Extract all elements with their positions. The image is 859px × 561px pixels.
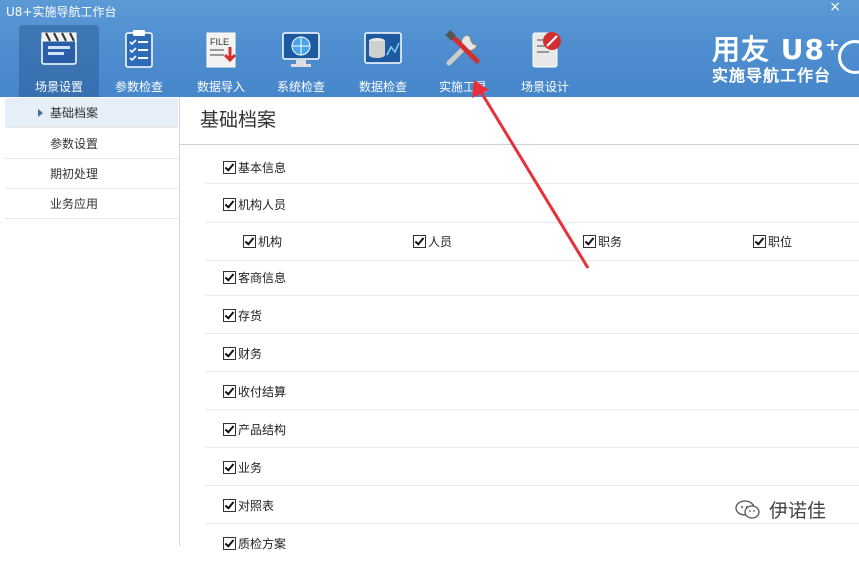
- sidebar-item-basic-archives[interactable]: 基础档案: [5, 98, 178, 128]
- checkbox-checked-icon: [583, 235, 596, 248]
- top-toolbar: U8+实施导航工作台 × 场景设置 参数检查 FILE 数据导入 系统检查 数据…: [0, 0, 859, 97]
- checkbox-checked-icon: [753, 235, 766, 248]
- toolbar-scene-design[interactable]: 场景设计: [505, 25, 585, 97]
- checkbox-label: 职务: [598, 235, 623, 249]
- file-import-icon: FILE: [206, 32, 237, 68]
- toolbar-label: 数据导入: [196, 80, 245, 94]
- checkbox-checked-icon: [223, 461, 236, 474]
- checkbox-qc-plan[interactable]: 质检方案: [223, 535, 286, 552]
- checkbox-label: 职位: [768, 235, 793, 249]
- sidebar-item-business-apps[interactable]: 业务应用: [5, 189, 178, 219]
- checkbox-label: 质检方案: [238, 537, 287, 551]
- checkbox-checked-icon: [413, 235, 426, 248]
- checkbox-label: 机构: [258, 235, 283, 249]
- checkbox-customer-vendor[interactable]: 客商信息: [223, 269, 286, 286]
- toolbar-implementation-tools[interactable]: 实施工具: [423, 25, 503, 97]
- checkbox-label: 对照表: [238, 499, 275, 513]
- design-pen-icon: [532, 32, 561, 68]
- brand-logo: 用友 U8⁺ 实施导航工作台: [712, 36, 841, 84]
- list-item: 机构人员: [205, 184, 859, 223]
- brand-name: 用友 U8⁺: [712, 33, 841, 66]
- sidebar-item-label: 参数设置: [50, 137, 99, 151]
- list-item: 客商信息: [205, 257, 859, 296]
- checkbox-finance[interactable]: 财务: [223, 345, 262, 362]
- checkbox-checked-icon: [223, 347, 236, 360]
- brand-subtitle: 实施导航工作台: [712, 66, 832, 85]
- toolbar-label: 系统检查: [276, 80, 325, 94]
- main-panel: 基础档案 基本信息 机构人员 机构 人员 职务 职位 客商信息 存货 财务 收付…: [180, 97, 859, 551]
- toolbar-scene-settings[interactable]: 场景设置: [19, 25, 99, 97]
- checkbox-label: 产品结构: [238, 423, 287, 437]
- close-button[interactable]: ×: [829, 0, 841, 15]
- checkbox-position[interactable]: 职位: [753, 233, 792, 250]
- sidebar-item-label: 期初处理: [50, 167, 99, 181]
- checkbox-inventory[interactable]: 存货: [223, 307, 262, 324]
- list-item: 产品结构: [205, 409, 859, 448]
- checkbox-checked-icon: [223, 161, 236, 174]
- list-item: 收付结算: [205, 371, 859, 410]
- checkbox-settlement[interactable]: 收付结算: [223, 383, 286, 400]
- list-item: 业务: [205, 447, 859, 486]
- checkbox-label: 存货: [238, 309, 263, 323]
- tools-icon: [445, 30, 480, 66]
- sidebar-item-param-settings[interactable]: 参数设置: [5, 129, 178, 159]
- list-item: 质检方案: [205, 523, 859, 561]
- toolbar-label: 场景设计: [520, 80, 569, 94]
- checkbox-business[interactable]: 业务: [223, 459, 262, 476]
- list-item: 机构 人员 职务 职位: [205, 222, 859, 261]
- checkbox-product-structure[interactable]: 产品结构: [223, 421, 286, 438]
- toolbar-label: 实施工具: [438, 80, 487, 94]
- checkbox-mapping-table[interactable]: 对照表: [223, 497, 274, 514]
- watermark-text: 伊诺佳: [769, 500, 827, 522]
- toolbar-label: 场景设置: [34, 80, 83, 94]
- toolbar-label: 数据检查: [358, 80, 407, 94]
- toolbar-system-check[interactable]: 系统检查: [261, 25, 341, 97]
- checkbox-label: 业务: [238, 461, 263, 475]
- sidebar-item-label: 基础档案: [50, 106, 99, 120]
- checkbox-checked-icon: [223, 537, 236, 550]
- checkbox-checked-icon: [243, 235, 256, 248]
- checkbox-checked-icon: [223, 271, 236, 284]
- checkbox-checked-icon: [223, 385, 236, 398]
- toolbar-param-check[interactable]: 参数检查: [99, 25, 179, 97]
- checkbox-checked-icon: [223, 198, 236, 211]
- checkbox-org-personnel[interactable]: 机构人员: [223, 196, 286, 213]
- svg-text:FILE: FILE: [210, 37, 229, 47]
- checkbox-label: 人员: [428, 235, 453, 249]
- database-check-icon: [364, 32, 402, 64]
- page-title: 基础档案: [200, 109, 277, 131]
- expand-arrow-icon: [38, 109, 43, 117]
- monitor-globe-icon: [282, 32, 320, 67]
- checkbox-checked-icon: [223, 423, 236, 436]
- checkbox-duty[interactable]: 职务: [583, 233, 622, 250]
- watermark: 伊诺佳: [735, 496, 826, 523]
- toolbar-label: 参数检查: [114, 80, 163, 94]
- checkbox-label: 财务: [238, 347, 263, 361]
- checkbox-label: 基本信息: [238, 161, 287, 175]
- checkbox-personnel[interactable]: 人员: [413, 233, 452, 250]
- checkbox-label: 收付结算: [238, 385, 287, 399]
- checkbox-basic-info[interactable]: 基本信息: [223, 159, 286, 176]
- checkbox-organization[interactable]: 机构: [243, 233, 282, 250]
- list-item: 基本信息: [205, 145, 859, 184]
- wechat-icon: [735, 499, 760, 519]
- window-title: U8+实施导航工作台: [6, 5, 117, 19]
- toolbar-data-check[interactable]: 数据检查: [343, 25, 423, 97]
- toolbar-data-import[interactable]: FILE 数据导入: [181, 25, 261, 97]
- checkbox-checked-icon: [223, 309, 236, 322]
- list-item: 财务: [205, 333, 859, 372]
- checkbox-label: 客商信息: [238, 271, 287, 285]
- list-item: 存货: [205, 295, 859, 334]
- clipboard-checklist-icon: [125, 30, 153, 68]
- checkbox-label: 机构人员: [238, 198, 287, 212]
- sidebar-item-label: 业务应用: [50, 197, 99, 211]
- clock-icon: [838, 40, 859, 74]
- scene-settings-icon: [41, 32, 77, 65]
- checkbox-checked-icon: [223, 499, 236, 512]
- sidebar-item-opening-balance[interactable]: 期初处理: [5, 159, 178, 189]
